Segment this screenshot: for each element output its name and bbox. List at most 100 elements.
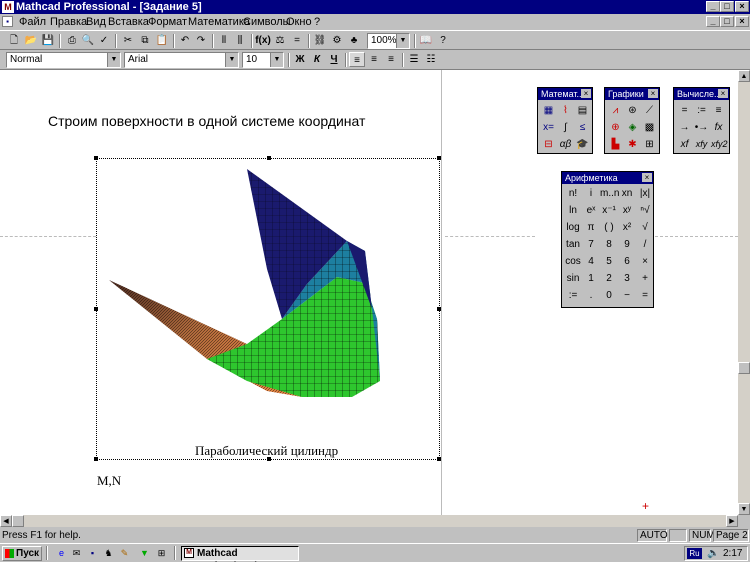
arithmetic-key[interactable]: m..n bbox=[600, 186, 619, 202]
insert-unit-icon[interactable]: ⚖ bbox=[272, 33, 288, 48]
prefix-operator-button[interactable]: fx bbox=[711, 120, 726, 135]
save-icon[interactable]: 💾 bbox=[40, 33, 56, 48]
menu-window[interactable]: Окно bbox=[286, 16, 312, 28]
bullets-icon[interactable]: ☰ bbox=[406, 52, 422, 67]
align-left-icon[interactable]: ≡ bbox=[349, 52, 365, 67]
math-palette-title[interactable]: Математ... × bbox=[538, 88, 592, 100]
title-bar[interactable]: M Mathcad Professional - [Задание 5] _ □… bbox=[0, 0, 750, 14]
chevron-down-icon[interactable]: ▼ bbox=[107, 53, 120, 67]
arithmetic-key[interactable]: ln bbox=[564, 203, 582, 219]
close-icon[interactable]: × bbox=[718, 89, 728, 98]
graphs-palette[interactable]: Графики × ⩘ ⊛ ⟋ ⊕ ◈ ▩ ▙ ✱ ⊞ bbox=[604, 87, 660, 154]
scroll-up-icon[interactable]: ▲ bbox=[738, 70, 750, 82]
copy-icon[interactable]: ⧉ bbox=[137, 33, 153, 48]
italic-button[interactable]: К bbox=[309, 52, 325, 67]
programming-icon[interactable]: ⊟ bbox=[541, 137, 556, 152]
insert-hyperlink-icon[interactable]: ⛓ bbox=[312, 33, 328, 48]
arithmetic-key[interactable]: . bbox=[582, 288, 600, 304]
evaluation-palette[interactable]: Вычисле... × = := ≡ → •→ fx xf xfy xfy2 bbox=[673, 87, 730, 154]
arithmetic-key[interactable]: n! bbox=[564, 186, 582, 202]
arithmetic-key[interactable]: := bbox=[564, 288, 582, 304]
chevron-down-icon[interactable]: ▼ bbox=[270, 53, 283, 67]
greek-icon[interactable]: αβ bbox=[558, 137, 573, 152]
arithmetic-key[interactable]: 2 bbox=[600, 271, 618, 287]
arithmetic-key[interactable]: 0 bbox=[600, 288, 618, 304]
font-select[interactable]: Arial ▼ bbox=[124, 52, 239, 68]
outlook-icon[interactable]: ✉ bbox=[70, 547, 83, 560]
arithmetic-key[interactable]: log bbox=[564, 220, 582, 236]
clock[interactable]: 2:17 bbox=[723, 548, 742, 559]
menu-symbolics[interactable]: Символы bbox=[243, 16, 291, 28]
resource-center-icon[interactable]: 📖 bbox=[418, 33, 434, 48]
arithmetic-key[interactable]: tan bbox=[564, 237, 582, 253]
global-define-button[interactable]: ≡ bbox=[711, 103, 726, 118]
arithmetic-key[interactable]: ( ) bbox=[600, 220, 618, 236]
vector-field-icon[interactable]: ✱ bbox=[625, 137, 640, 152]
horizontal-scrollbar[interactable]: ◀ ▶ bbox=[0, 515, 738, 527]
matrix-icon[interactable]: ▤ bbox=[575, 103, 590, 118]
chevron-down-icon[interactable]: ▼ bbox=[396, 34, 409, 48]
arithmetic-key[interactable]: i bbox=[582, 186, 600, 202]
postfix-operator-button[interactable]: xf bbox=[677, 137, 692, 152]
arithmetic-key[interactable]: = bbox=[636, 288, 654, 304]
internet-explorer-icon[interactable]: e bbox=[55, 547, 68, 560]
style-select[interactable]: Normal ▼ bbox=[6, 52, 121, 68]
chevron-down-icon[interactable]: ▼ bbox=[225, 53, 238, 67]
align-down-icon[interactable]: ⫼ bbox=[232, 33, 248, 48]
arithmetic-key[interactable]: 8 bbox=[600, 237, 618, 253]
calculator-icon[interactable]: ▦ bbox=[541, 103, 556, 118]
arithmetic-key[interactable]: xn bbox=[618, 186, 636, 202]
underline-button[interactable]: Ч bbox=[326, 52, 342, 67]
3d-scatter-icon[interactable]: ▩ bbox=[642, 120, 657, 135]
plot-variables[interactable]: M,N bbox=[97, 473, 121, 489]
doc-minimize-button[interactable]: _ bbox=[706, 16, 720, 27]
3d-bar-icon[interactable]: ▙ bbox=[608, 137, 623, 152]
align-center-icon[interactable]: ≡ bbox=[366, 52, 382, 67]
worksheet-heading[interactable]: Строим поверхности в одной системе коорд… bbox=[48, 113, 365, 129]
minimize-button[interactable]: _ bbox=[706, 1, 720, 12]
arithmetic-key[interactable]: 6 bbox=[618, 254, 636, 270]
infix-operator-button[interactable]: xfy bbox=[694, 137, 709, 152]
new-icon[interactable]: 🗋 bbox=[6, 33, 22, 48]
bold-button[interactable]: Ж bbox=[292, 52, 308, 67]
math-palette[interactable]: Математ... × ▦ ⌇ ▤ x= ∫ ≤ ⊟ αβ 🎓 bbox=[537, 87, 593, 154]
cut-icon[interactable]: ✂ bbox=[120, 33, 136, 48]
print-preview-icon[interactable]: 🔍 bbox=[80, 33, 96, 48]
component-wizard-icon[interactable]: ⚙ bbox=[329, 33, 345, 48]
arithmetic-key[interactable]: x² bbox=[618, 220, 636, 236]
maximize-button[interactable]: □ bbox=[720, 1, 734, 12]
align-right-icon[interactable]: ≡ bbox=[383, 52, 399, 67]
symbolic-icon[interactable]: 🎓 bbox=[575, 137, 590, 152]
doc-restore-button[interactable]: □ bbox=[720, 16, 734, 27]
calculate-icon[interactable]: = bbox=[289, 33, 305, 48]
arithmetic-key[interactable]: xʸ bbox=[618, 203, 636, 219]
symbolic-eval-button[interactable]: → bbox=[677, 120, 692, 135]
treefix-operator-button[interactable]: xfy2 bbox=[711, 137, 728, 152]
menu-math[interactable]: Математика bbox=[188, 16, 250, 28]
undo-icon[interactable]: ↶ bbox=[177, 33, 193, 48]
open-icon[interactable]: 📂 bbox=[23, 33, 39, 48]
numbering-icon[interactable]: ☷ bbox=[423, 52, 439, 67]
close-icon[interactable]: × bbox=[581, 89, 591, 98]
menu-edit[interactable]: Правка bbox=[50, 16, 87, 28]
help-icon[interactable]: ? bbox=[435, 33, 451, 48]
close-icon[interactable]: × bbox=[642, 173, 652, 182]
arithmetic-key[interactable]: sin bbox=[564, 271, 582, 287]
worksheet[interactable]: Строим поверхности в одной системе коорд… bbox=[0, 70, 738, 515]
arithmetic-key[interactable]: 5 bbox=[600, 254, 618, 270]
arithmetic-key[interactable]: π bbox=[582, 220, 600, 236]
grid-app-icon[interactable]: ⊞ bbox=[155, 547, 168, 560]
arithmetic-key[interactable]: ⁿ√ bbox=[636, 203, 654, 219]
keyword-eval-button[interactable]: •→ bbox=[694, 120, 709, 135]
arithmetic-key[interactable]: + bbox=[636, 271, 654, 287]
3d-plot-wizard-icon[interactable]: ⊞ bbox=[642, 137, 657, 152]
polar-icon[interactable]: ⊕ bbox=[608, 120, 623, 135]
boolean-icon[interactable]: ≤ bbox=[575, 120, 590, 135]
spellcheck-icon[interactable]: ✓ bbox=[96, 33, 112, 48]
start-button[interactable]: Пуск bbox=[2, 546, 42, 561]
arithmetic-key[interactable]: eˣ bbox=[582, 203, 600, 219]
scroll-down-icon[interactable]: ▼ bbox=[738, 503, 750, 515]
volume-icon[interactable]: 🔈 bbox=[707, 548, 719, 559]
calculus-icon[interactable]: ∫ bbox=[558, 120, 573, 135]
evaluation-icon[interactable]: x= bbox=[541, 120, 556, 135]
